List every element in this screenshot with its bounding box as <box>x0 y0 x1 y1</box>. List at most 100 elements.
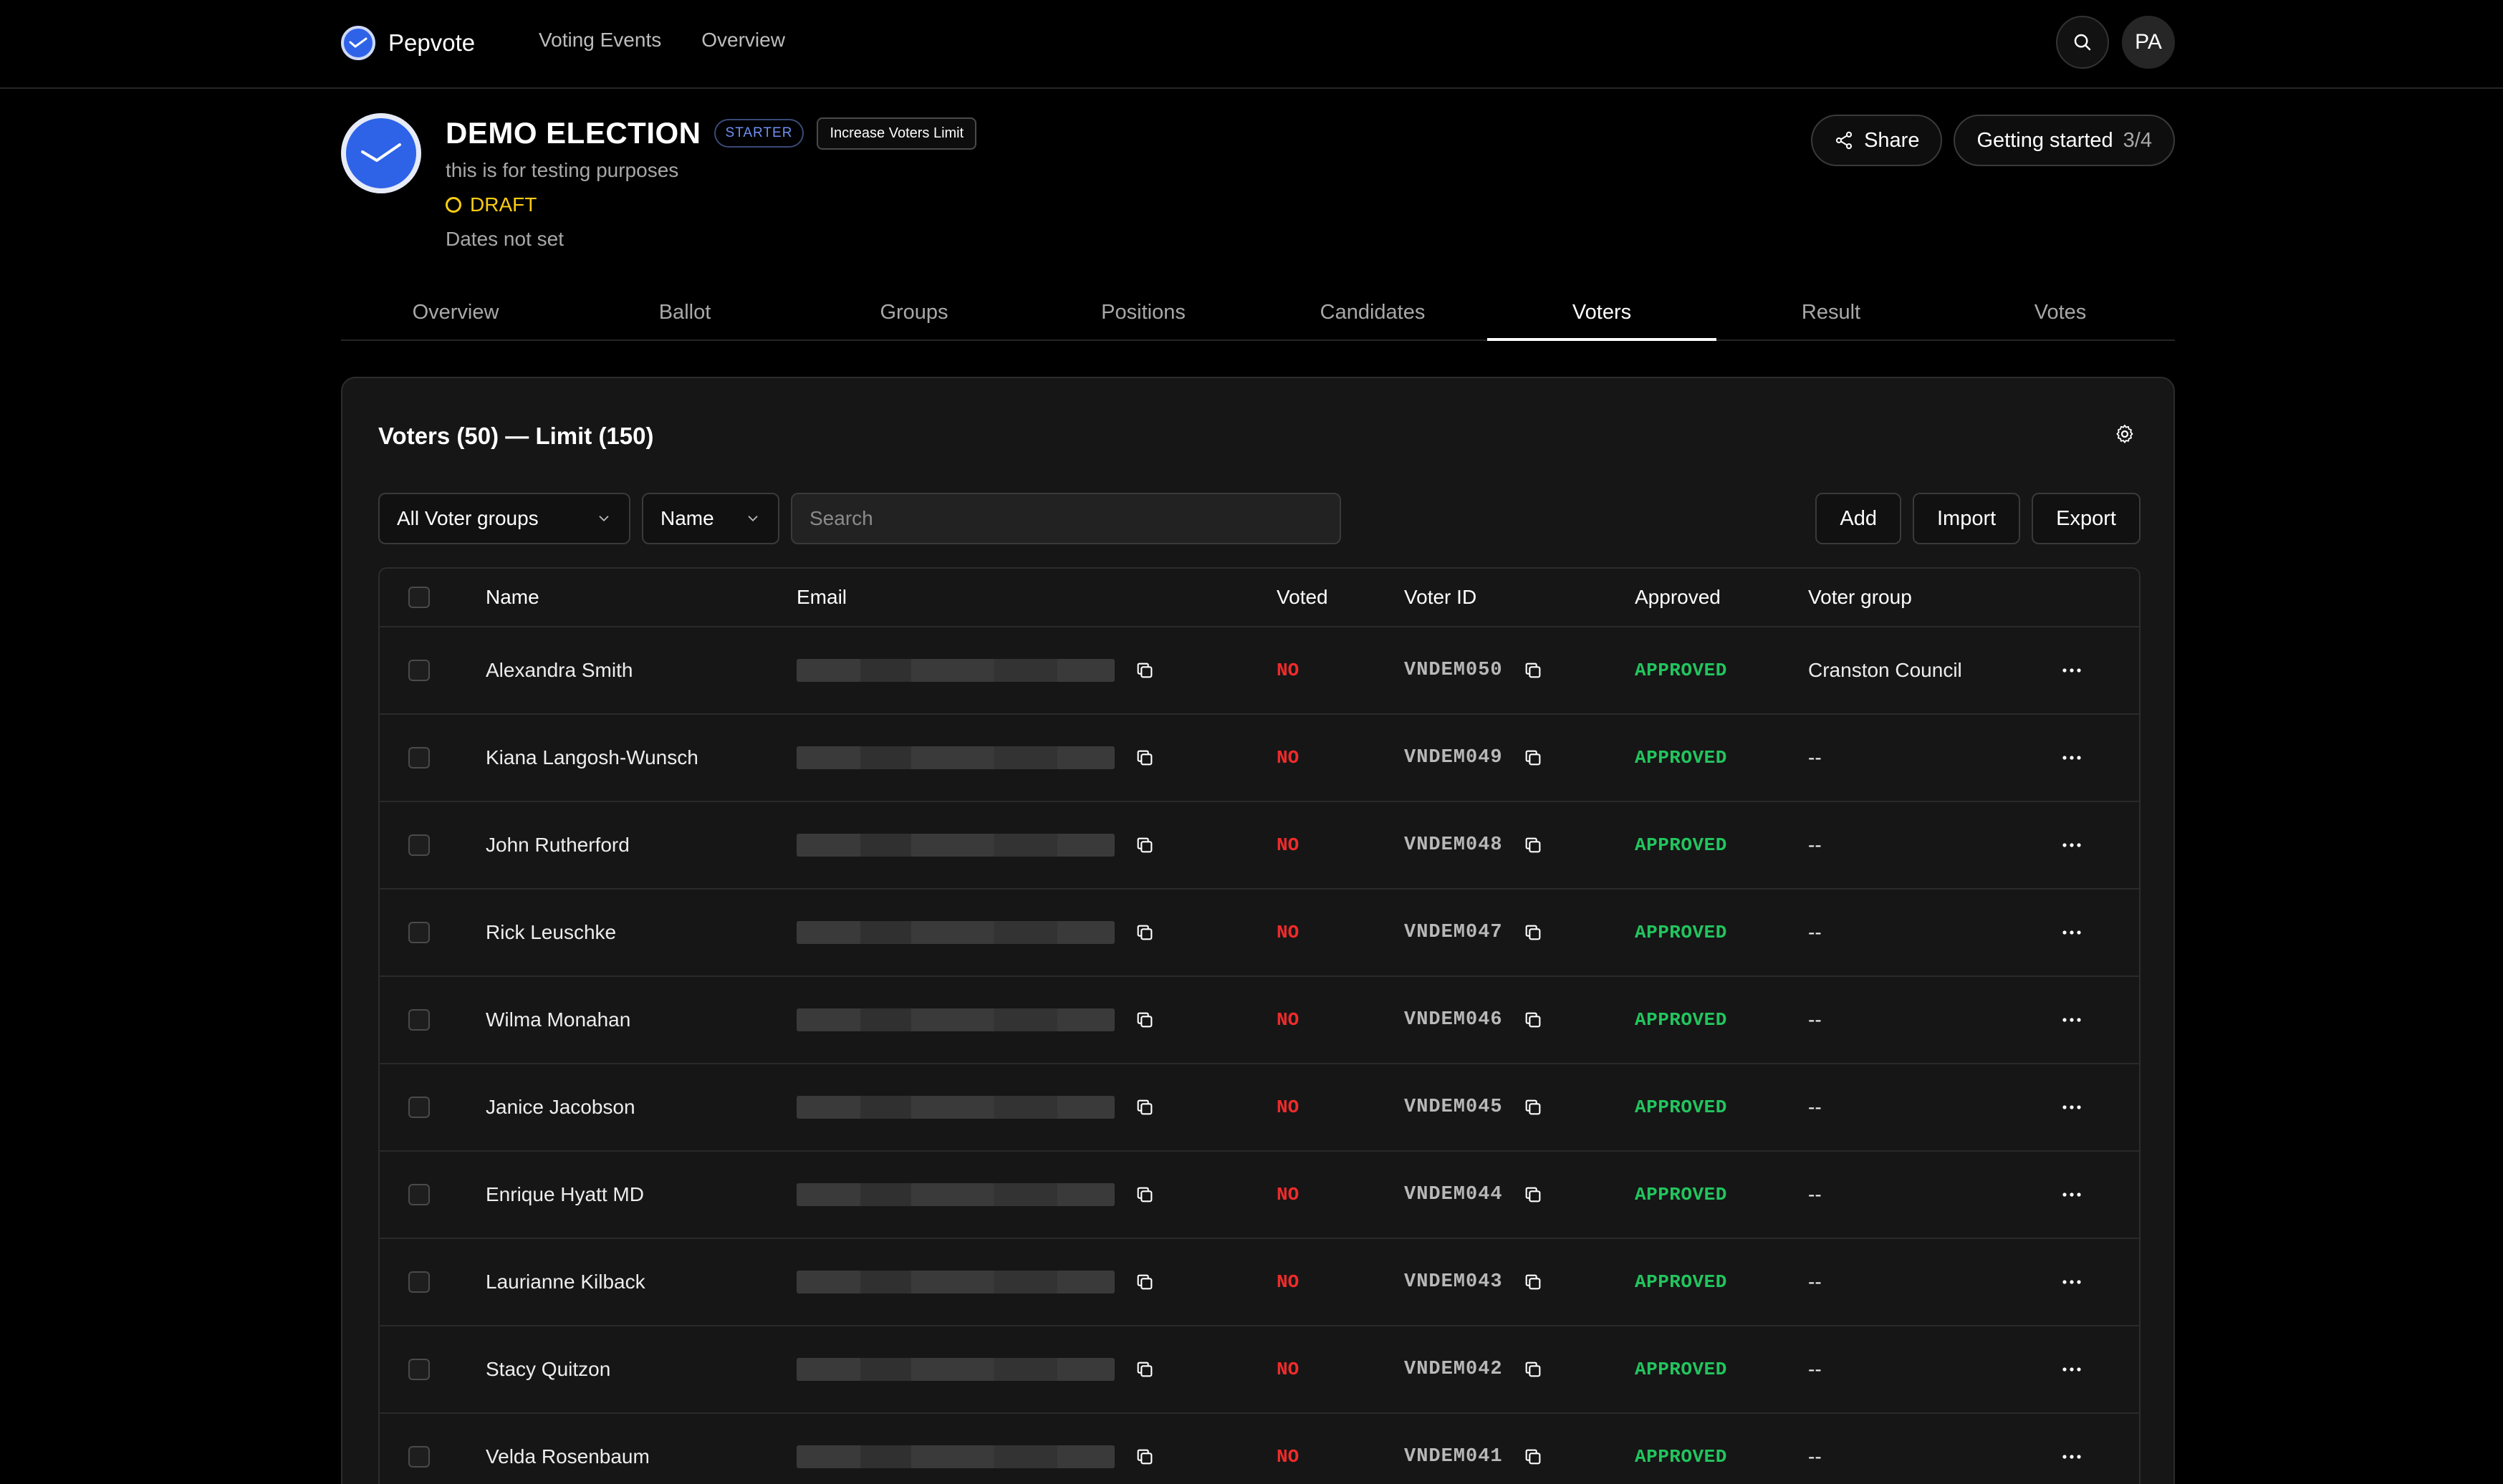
more-icon[interactable] <box>2057 743 2086 772</box>
more-icon[interactable] <box>2057 1006 2086 1034</box>
more-icon[interactable] <box>2057 1442 2086 1471</box>
table-row[interactable]: Stacy Quitzon NO VNDEM042 APPROVED -- <box>380 1326 2139 1414</box>
more-icon[interactable] <box>2057 1355 2086 1384</box>
copy-icon[interactable] <box>1522 746 1544 769</box>
row-checkbox[interactable] <box>408 747 430 768</box>
copy-icon[interactable] <box>1133 1271 1156 1293</box>
avatar[interactable]: PA <box>2122 16 2175 69</box>
select-all-checkbox[interactable] <box>408 587 430 608</box>
approved-status: APPROVED <box>1635 1152 1727 1238</box>
row-select-cell <box>408 1414 430 1484</box>
copy-icon[interactable] <box>1133 746 1156 769</box>
row-actions <box>2057 1064 2086 1150</box>
copy-icon[interactable] <box>1522 1008 1544 1031</box>
copy-icon[interactable] <box>1133 1096 1156 1119</box>
row-checkbox[interactable] <box>408 922 430 943</box>
more-icon[interactable] <box>2057 656 2086 685</box>
tab-candidates[interactable]: Candidates <box>1258 288 1487 339</box>
copy-icon[interactable] <box>1133 834 1156 857</box>
tab-groups[interactable]: Groups <box>799 288 1029 339</box>
table-row[interactable]: Enrique Hyatt MD NO VNDEM044 APPROVED -- <box>380 1152 2139 1239</box>
nav-link-voting-events[interactable]: Voting Events <box>539 29 661 52</box>
copy-icon[interactable] <box>1522 1358 1544 1381</box>
row-checkbox[interactable] <box>408 1271 430 1293</box>
copy-icon[interactable] <box>1522 1096 1544 1119</box>
tab-overview[interactable]: Overview <box>341 288 570 339</box>
copy-icon[interactable] <box>1133 1008 1156 1031</box>
more-icon[interactable] <box>2057 1093 2086 1122</box>
copy-icon[interactable] <box>1522 1445 1544 1468</box>
tab-ballot[interactable]: Ballot <box>570 288 799 339</box>
approved-status-text: APPROVED <box>1635 834 1727 856</box>
more-icon[interactable] <box>2057 918 2086 947</box>
voter-group: -- <box>1808 921 1822 943</box>
copy-icon[interactable] <box>1133 1183 1156 1206</box>
toolbar-buttons: Add Import Export <box>1815 493 2141 544</box>
voter-name: Alexandra Smith <box>486 659 633 681</box>
more-icon[interactable] <box>2057 1180 2086 1209</box>
search-field-filter-value: Name <box>660 507 714 529</box>
export-button[interactable]: Export <box>2032 493 2141 544</box>
nav-link-overview[interactable]: Overview <box>701 29 785 52</box>
tab-result[interactable]: Result <box>1716 288 1946 339</box>
gear-icon[interactable] <box>2112 421 2138 447</box>
voter-id-cell: VNDEM045 <box>1404 1064 1544 1150</box>
tab-votes[interactable]: Votes <box>1946 288 2175 339</box>
copy-icon[interactable] <box>1133 1445 1156 1468</box>
table-row[interactable]: Kiana Langosh-Wunsch NO VNDEM049 APPROVE… <box>380 715 2139 802</box>
row-checkbox[interactable] <box>408 1184 430 1205</box>
row-checkbox[interactable] <box>408 1009 430 1031</box>
copy-icon[interactable] <box>1133 1358 1156 1381</box>
brand[interactable]: Pepvote <box>341 26 475 60</box>
column-header-name[interactable]: Name <box>486 569 539 626</box>
voter-name: Laurianne Kilback <box>486 1271 645 1293</box>
search-input[interactable] <box>791 493 1341 544</box>
row-checkbox[interactable] <box>408 1097 430 1118</box>
share-button[interactable]: Share <box>1811 115 1943 166</box>
voter-email-cell <box>797 1326 1156 1412</box>
search-button[interactable] <box>2056 16 2109 69</box>
table-row[interactable]: Velda Rosenbaum NO VNDEM041 APPROVED -- <box>380 1414 2139 1484</box>
row-checkbox[interactable] <box>408 834 430 856</box>
table-row[interactable]: Laurianne Kilback NO VNDEM043 APPROVED -… <box>380 1239 2139 1326</box>
row-checkbox[interactable] <box>408 1446 430 1468</box>
voter-group-filter[interactable]: All Voter groups <box>378 493 630 544</box>
more-icon[interactable] <box>2057 1268 2086 1296</box>
voter-id-cell: VNDEM047 <box>1404 890 1544 975</box>
column-header-voter-id[interactable]: Voter ID <box>1404 569 1476 626</box>
tab-voters[interactable]: Voters <box>1487 288 1716 341</box>
copy-icon[interactable] <box>1522 1271 1544 1293</box>
copy-icon[interactable] <box>1522 921 1544 944</box>
table-row[interactable]: John Rutherford NO VNDEM048 APPROVED -- <box>380 802 2139 890</box>
column-header-voted[interactable]: Voted <box>1277 569 1328 626</box>
voter-group: -- <box>1808 746 1822 768</box>
add-button[interactable]: Add <box>1815 493 1901 544</box>
row-checkbox[interactable] <box>408 660 430 681</box>
getting-started-button[interactable]: Getting started 3/4 <box>1954 115 2175 166</box>
copy-icon[interactable] <box>1522 659 1544 682</box>
copy-icon[interactable] <box>1522 1183 1544 1206</box>
table-row[interactable]: Alexandra Smith NO VNDEM050 APPROVED Cra… <box>380 627 2139 715</box>
copy-icon[interactable] <box>1522 834 1544 857</box>
table-row[interactable]: Wilma Monahan NO VNDEM046 APPROVED -- <box>380 977 2139 1064</box>
row-checkbox[interactable] <box>408 1359 430 1380</box>
voted-status-text: NO <box>1277 1009 1299 1031</box>
more-icon[interactable] <box>2057 831 2086 859</box>
increase-limit-button[interactable]: Increase Voters Limit <box>817 117 977 150</box>
approved-status-text: APPROVED <box>1635 660 1727 681</box>
column-header-approved[interactable]: Approved <box>1635 569 1721 626</box>
copy-icon[interactable] <box>1133 921 1156 944</box>
row-actions <box>2057 977 2086 1063</box>
import-button[interactable]: Import <box>1912 493 2021 544</box>
search-field-filter[interactable]: Name <box>642 493 779 544</box>
table-row[interactable]: Rick Leuschke NO VNDEM047 APPROVED -- <box>380 890 2139 977</box>
column-header-email[interactable]: Email <box>797 569 847 626</box>
table-body: Alexandra Smith NO VNDEM050 APPROVED Cra… <box>380 627 2139 1484</box>
table-row[interactable]: Janice Jacobson NO VNDEM045 APPROVED -- <box>380 1064 2139 1152</box>
tab-positions[interactable]: Positions <box>1029 288 1258 339</box>
status-badge: DRAFT <box>446 193 537 216</box>
voter-email-cell <box>797 890 1156 975</box>
voter-name: Stacy Quitzon <box>486 1358 611 1380</box>
copy-icon[interactable] <box>1133 659 1156 682</box>
column-header-voter-group[interactable]: Voter group <box>1808 569 1912 626</box>
